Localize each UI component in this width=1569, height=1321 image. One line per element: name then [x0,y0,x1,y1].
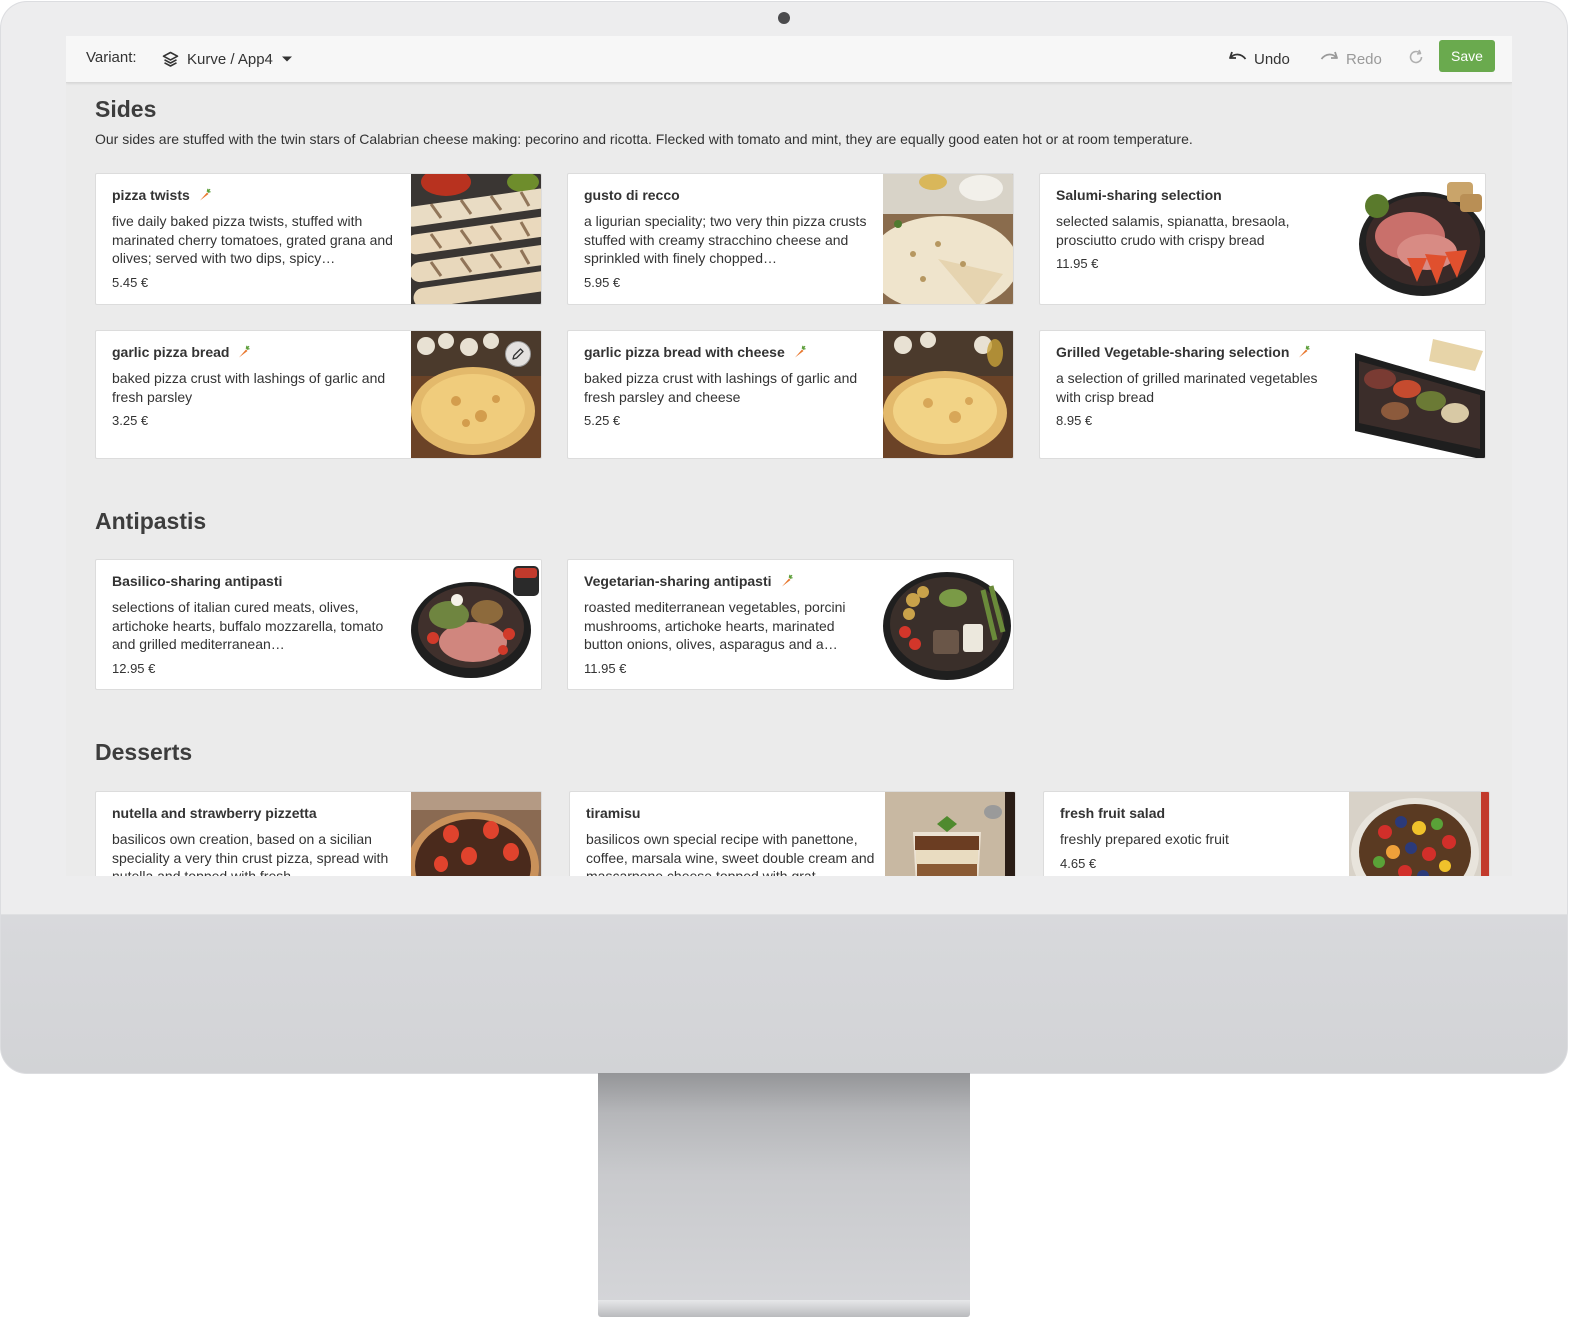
menu-item-card[interactable]: Salumi-sharing selection selected salami… [1039,173,1486,305]
item-description: a ligurian speciality; two very thin piz… [584,213,867,266]
gusto-di-recco-image [883,174,1013,304]
redo-icon [1320,50,1339,68]
item-description: selected salamis, spianatta, bresaola, p… [1056,213,1290,248]
menu-item-card[interactable]: Grilled Vegetable-sharing selection a se… [1039,330,1486,459]
menu-item-card[interactable]: nutella and strawberry pizzetta basilico… [95,791,542,876]
item-description: a selection of grilled marinated vegetab… [1056,370,1318,405]
carrot-icon [1297,345,1311,359]
vegetarian-antipasti-image [883,560,1013,689]
menu-item-card[interactable]: Basilico-sharing antipasti selections of… [95,559,542,690]
variant-value: Kurve / App4 [187,50,273,68]
item-price: 11.95 € [1056,256,1099,271]
item-price: 5.45 € [112,274,149,290]
item-name: tiramisu [586,805,641,821]
item-description: baked pizza crust with lashings of garli… [584,370,858,405]
item-description: selections of italian cured meats, olive… [112,599,384,652]
item-description: freshly prepared exotic fruit [1060,831,1229,847]
item-price: 4.65 € [1060,855,1097,871]
item-description: five daily baked pizza twists, stuffed w… [112,213,393,266]
variant-label: Variant: [86,49,137,66]
carrot-icon [198,188,211,202]
menu-item-card[interactable]: pizza twists five daily baked pizza twis… [95,173,542,305]
item-name: Vegetarian-sharing antipasti [584,573,772,589]
item-description: basilicos own creation, based on a sicil… [112,831,389,876]
item-name: gusto di recco [584,187,680,203]
redo-button[interactable]: Redo [1320,46,1382,72]
item-name: Grilled Vegetable-sharing selection [1056,344,1290,360]
item-price: 5.25 € [584,413,621,428]
camera-dot [778,12,790,24]
item-name: nutella and strawberry pizzetta [112,805,317,821]
undo-icon [1228,50,1247,68]
save-button[interactable]: Save [1439,40,1495,72]
garlic-bread-cheese-image [883,331,1013,458]
section-title-antipastis: Antipastis [95,508,207,534]
redo-label: Redo [1346,50,1382,68]
grilled-vegetables-image [1355,331,1485,458]
section-title-desserts: Desserts [95,739,193,765]
caret-down-icon [281,55,293,63]
item-description: roasted mediterranean vegetables, porcin… [584,599,846,652]
item-price: 3.25 € [112,413,149,428]
editor-toolbar: Variant: Kurve / App4 Undo Redo Save [66,36,1512,83]
carrot-icon [237,345,251,359]
item-name: Basilico-sharing antipasti [112,573,283,589]
item-name: garlic pizza bread with cheese [584,344,785,360]
salumi-platter-image [1355,174,1485,304]
refresh-icon [1408,49,1424,69]
item-name: pizza twists [112,187,190,203]
fruit-salad-image [1349,792,1489,876]
item-price: 5.95 € [584,274,621,290]
carrot-icon [780,574,793,588]
section-description-sides: Our sides are stuffed with the twin star… [95,131,1193,147]
menu-item-card[interactable]: tiramisu basilicos own special recipe wi… [569,791,1016,876]
carrot-icon [793,345,806,359]
item-price: 12.95 € [112,660,156,676]
undo-label: Undo [1254,50,1290,68]
basilico-antipasti-image [411,560,541,689]
item-price: 8.95 € [1056,413,1093,428]
pencil-icon[interactable] [505,341,531,367]
app-screen: Variant: Kurve / App4 Undo Redo Save Sid… [66,36,1512,876]
menu-item-card[interactable]: fresh fruit salad freshly prepared exoti… [1043,791,1490,876]
refresh-button[interactable] [1408,46,1424,72]
item-description: baked pizza crust with lashings of garli… [112,370,386,405]
garlic-bread-image [411,331,541,458]
monitor-chin [1,915,1567,1073]
pizza-twists-image [411,174,541,304]
monitor-foot [598,1300,970,1317]
menu-item-card[interactable]: garlic pizza bread with cheese baked piz… [567,330,1014,459]
nutella-pizzetta-image [411,792,541,876]
variant-dropdown[interactable]: Kurve / App4 [162,46,293,72]
item-price: 11.95 € [584,660,627,676]
section-title-sides: Sides [95,96,157,122]
menu-item-card[interactable]: Vegetarian-sharing antipasti roasted med… [567,559,1014,690]
item-description: basilicos own special recipe with panett… [586,831,875,876]
item-name: Salumi-sharing selection [1056,187,1222,203]
item-name: garlic pizza bread [112,344,230,360]
layers-icon [162,51,179,68]
item-name: fresh fruit salad [1060,805,1166,821]
menu-item-card[interactable]: garlic pizza bread baked pizza crust wit… [95,330,542,459]
undo-button[interactable]: Undo [1228,46,1290,72]
tiramisu-image [885,792,1015,876]
menu-item-card[interactable]: gusto di recco a ligurian speciality; tw… [567,173,1014,305]
